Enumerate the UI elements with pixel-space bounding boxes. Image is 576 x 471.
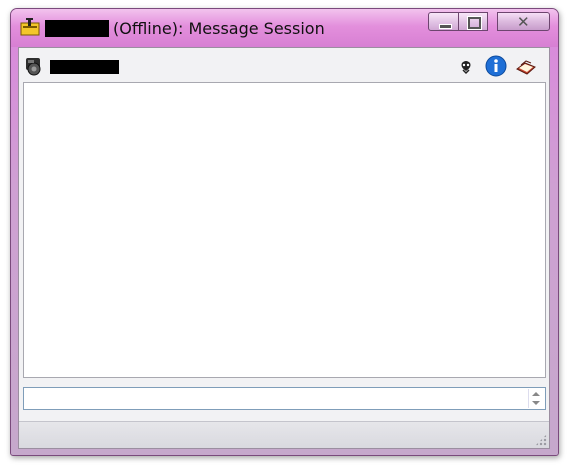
minimize-icon [439, 24, 452, 29]
scroll-down-icon[interactable] [532, 401, 540, 405]
message-input-field[interactable] [23, 387, 546, 410]
contact-name-redacted [45, 20, 109, 37]
message-session-window: (Offline): Message Session ✕ [10, 8, 559, 456]
message-history-pane[interactable] [23, 82, 546, 378]
maximize-button[interactable] [458, 12, 488, 31]
title-bar[interactable]: (Offline): Message Session ✕ [11, 9, 558, 47]
session-client-area [18, 47, 550, 449]
input-scroll-spinner[interactable] [528, 389, 543, 408]
minimize-button[interactable] [428, 12, 459, 31]
session-toolbar [19, 48, 549, 82]
info-icon[interactable] [485, 55, 507, 77]
close-button[interactable]: ✕ [497, 12, 550, 31]
emoticons-icon[interactable] [455, 55, 477, 77]
scroll-up-icon[interactable] [532, 392, 540, 396]
maximize-icon [467, 16, 482, 30]
window-title: (Offline): Message Session [113, 19, 325, 38]
address-book-icon[interactable] [515, 55, 537, 77]
contact-name-redacted [50, 60, 119, 74]
resize-grip-icon[interactable] [535, 434, 547, 446]
close-icon: ✕ [517, 13, 530, 31]
contact-status-icon[interactable] [24, 56, 44, 77]
status-bar [19, 421, 549, 448]
messenger-app-icon [20, 18, 40, 36]
